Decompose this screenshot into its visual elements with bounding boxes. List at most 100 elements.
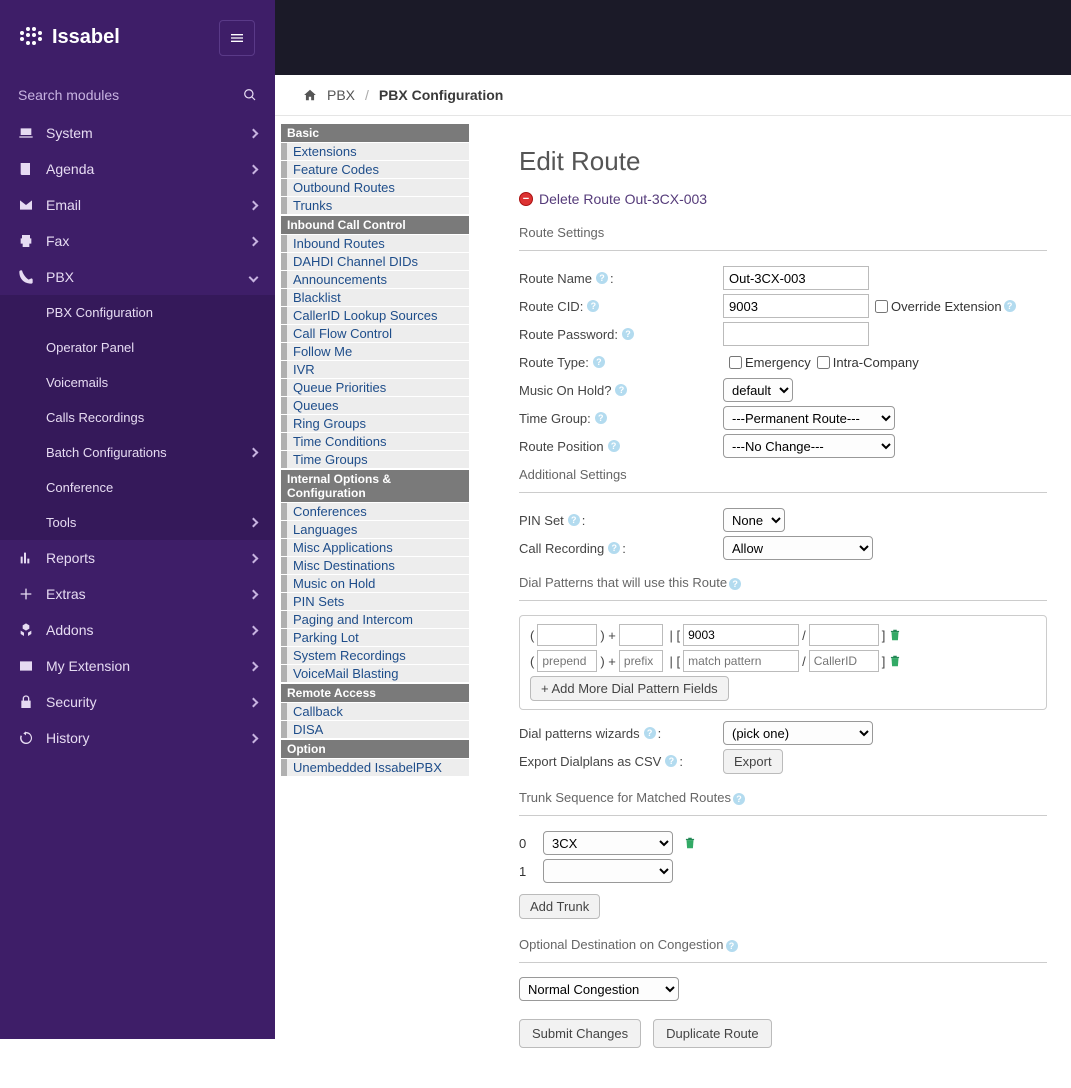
- trash-icon[interactable]: [888, 627, 902, 643]
- trunk-select[interactable]: 3CX: [543, 831, 673, 855]
- module-link-queues[interactable]: Queues: [281, 397, 469, 414]
- module-link-time-groups[interactable]: Time Groups: [281, 451, 469, 468]
- module-link-time-conditions[interactable]: Time Conditions: [281, 433, 469, 450]
- module-link-voicemail-blasting[interactable]: VoiceMail Blasting: [281, 665, 469, 682]
- congestion-select[interactable]: Normal Congestion: [519, 977, 679, 1001]
- module-link-callback[interactable]: Callback: [281, 703, 469, 720]
- help-icon[interactable]: ?: [729, 578, 741, 590]
- module-link-parking-lot[interactable]: Parking Lot: [281, 629, 469, 646]
- help-icon[interactable]: ?: [608, 440, 620, 452]
- module-link-paging-and-intercom[interactable]: Paging and Intercom: [281, 611, 469, 628]
- sidebar-subitem-voicemails[interactable]: Voicemails: [0, 365, 275, 400]
- help-icon[interactable]: ?: [593, 356, 605, 368]
- module-link-feature-codes[interactable]: Feature Codes: [281, 161, 469, 178]
- help-icon[interactable]: ?: [733, 793, 745, 805]
- brand-logo: Issabel: [20, 26, 120, 49]
- sidebar-item-my-extension[interactable]: My Extension: [0, 648, 275, 684]
- sidebar-subitem-tools[interactable]: Tools: [0, 505, 275, 540]
- sidebar-subitem-batch-configurations[interactable]: Batch Configurations: [0, 435, 275, 470]
- override-extension-checkbox[interactable]: Override Extension: [875, 299, 1002, 314]
- sidebar-item-pbx[interactable]: PBX: [0, 259, 275, 295]
- time-group-select[interactable]: ---Permanent Route---: [723, 406, 895, 430]
- help-icon[interactable]: ?: [665, 755, 677, 767]
- module-link-system-recordings[interactable]: System Recordings: [281, 647, 469, 664]
- moh-select[interactable]: default: [723, 378, 793, 402]
- module-link-misc-destinations[interactable]: Misc Destinations: [281, 557, 469, 574]
- module-link-languages[interactable]: Languages: [281, 521, 469, 538]
- module-link-ring-groups[interactable]: Ring Groups: [281, 415, 469, 432]
- module-link-dahdi-channel-dids[interactable]: DAHDI Channel DIDs: [281, 253, 469, 270]
- route-password-input[interactable]: [723, 322, 869, 346]
- menu-toggle-button[interactable]: [219, 20, 255, 56]
- module-link-extensions[interactable]: Extensions: [281, 143, 469, 160]
- sidebar-item-addons[interactable]: Addons: [0, 612, 275, 648]
- sidebar-item-agenda[interactable]: Agenda: [0, 151, 275, 187]
- help-icon[interactable]: ?: [726, 940, 738, 952]
- trash-icon[interactable]: [888, 653, 902, 669]
- module-link-blacklist[interactable]: Blacklist: [281, 289, 469, 306]
- call-recording-select[interactable]: Allow: [723, 536, 873, 560]
- module-link-follow-me[interactable]: Follow Me: [281, 343, 469, 360]
- sidebar-subitem-calls-recordings[interactable]: Calls Recordings: [0, 400, 275, 435]
- module-link-queue-priorities[interactable]: Queue Priorities: [281, 379, 469, 396]
- module-link-trunks[interactable]: Trunks: [281, 197, 469, 214]
- route-position-select[interactable]: ---No Change---: [723, 434, 895, 458]
- sidebar-item-system[interactable]: System: [0, 115, 275, 151]
- help-icon[interactable]: ?: [622, 328, 634, 340]
- home-icon[interactable]: [303, 88, 317, 102]
- help-icon[interactable]: ?: [568, 514, 580, 526]
- sidebar-subitem-conference[interactable]: Conference: [0, 470, 275, 505]
- prefix-input[interactable]: [619, 624, 663, 646]
- help-icon[interactable]: ?: [595, 412, 607, 424]
- export-button[interactable]: Export: [723, 749, 783, 774]
- sidebar-item-security[interactable]: Security: [0, 684, 275, 720]
- help-icon[interactable]: ?: [1004, 300, 1016, 312]
- pinset-select[interactable]: None: [723, 508, 785, 532]
- sidebar-subitem-operator-panel[interactable]: Operator Panel: [0, 330, 275, 365]
- sidebar-item-extras[interactable]: Extras: [0, 576, 275, 612]
- module-link-pin-sets[interactable]: PIN Sets: [281, 593, 469, 610]
- module-link-conferences[interactable]: Conferences: [281, 503, 469, 520]
- match-pattern-input[interactable]: [683, 650, 799, 672]
- sidebar-item-fax[interactable]: Fax: [0, 223, 275, 259]
- add-trunk-button[interactable]: Add Trunk: [519, 894, 600, 919]
- prepend-input[interactable]: [537, 650, 597, 672]
- sidebar-item-history[interactable]: History: [0, 720, 275, 756]
- duplicate-button[interactable]: Duplicate Route: [653, 1019, 772, 1048]
- sidebar-item-email[interactable]: Email: [0, 187, 275, 223]
- module-link-music-on-hold[interactable]: Music on Hold: [281, 575, 469, 592]
- submit-button[interactable]: Submit Changes: [519, 1019, 641, 1048]
- module-link-outbound-routes[interactable]: Outbound Routes: [281, 179, 469, 196]
- match-pattern-input[interactable]: [683, 624, 799, 646]
- callerid-input[interactable]: [809, 624, 879, 646]
- module-link-inbound-routes[interactable]: Inbound Routes: [281, 235, 469, 252]
- module-link-misc-applications[interactable]: Misc Applications: [281, 539, 469, 556]
- module-link-announcements[interactable]: Announcements: [281, 271, 469, 288]
- help-icon[interactable]: ?: [644, 727, 656, 739]
- callerid-input[interactable]: [809, 650, 879, 672]
- emergency-checkbox[interactable]: Emergency: [729, 355, 811, 370]
- search-modules[interactable]: Search modules: [0, 75, 275, 115]
- trash-icon[interactable]: [683, 835, 697, 851]
- help-icon[interactable]: ?: [608, 542, 620, 554]
- module-link-ivr[interactable]: IVR: [281, 361, 469, 378]
- help-icon[interactable]: ?: [615, 384, 627, 396]
- prepend-input[interactable]: [537, 624, 597, 646]
- module-link-callerid-lookup-sources[interactable]: CallerID Lookup Sources: [281, 307, 469, 324]
- sidebar-subitem-pbx-configuration[interactable]: PBX Configuration: [0, 295, 275, 330]
- add-dial-pattern-button[interactable]: + Add More Dial Pattern Fields: [530, 676, 729, 701]
- module-link-call-flow-control[interactable]: Call Flow Control: [281, 325, 469, 342]
- intra-company-checkbox[interactable]: Intra-Company: [817, 355, 919, 370]
- route-cid-input[interactable]: [723, 294, 869, 318]
- module-link-unembedded-issabelpbx[interactable]: Unembedded IssabelPBX: [281, 759, 469, 776]
- breadcrumb-root[interactable]: PBX: [327, 87, 355, 103]
- wizards-select[interactable]: (pick one): [723, 721, 873, 745]
- trunk-select[interactable]: [543, 859, 673, 883]
- route-name-input[interactable]: [723, 266, 869, 290]
- sidebar-item-reports[interactable]: Reports: [0, 540, 275, 576]
- help-icon[interactable]: ?: [596, 272, 608, 284]
- prefix-input[interactable]: [619, 650, 663, 672]
- help-icon[interactable]: ?: [587, 300, 599, 312]
- module-link-disa[interactable]: DISA: [281, 721, 469, 738]
- delete-route-link[interactable]: − Delete Route Out-3CX-003: [519, 191, 1047, 207]
